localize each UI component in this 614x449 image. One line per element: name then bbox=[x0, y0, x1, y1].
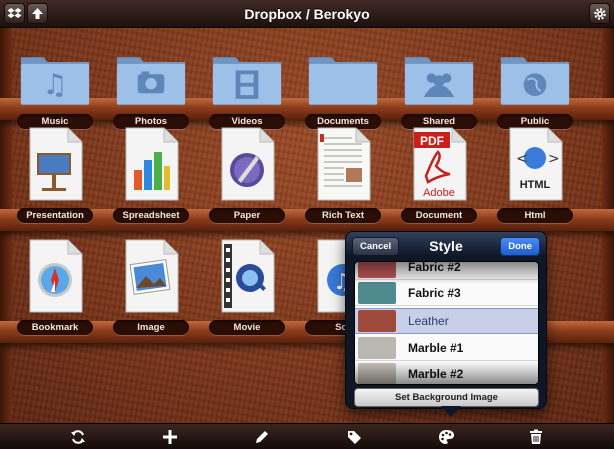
tag-button[interactable] bbox=[345, 428, 363, 446]
videos-folder-icon bbox=[212, 57, 282, 105]
svg-text:>: > bbox=[548, 151, 560, 167]
file-rich-text[interactable]: Rich Text bbox=[298, 126, 388, 223]
pdf-badge-text: PDF bbox=[420, 134, 444, 148]
item-label: Spreadsheet bbox=[113, 208, 189, 223]
file-spreadsheet[interactable]: Spreadsheet bbox=[106, 126, 196, 223]
folder-public[interactable]: Public bbox=[490, 32, 580, 129]
style-button[interactable] bbox=[437, 428, 455, 446]
folder-music[interactable]: ♫ Music bbox=[10, 32, 100, 129]
style-popover: Cancel Style Done Fabric #2 Fabric #3 Le… bbox=[345, 231, 547, 409]
popover-arrow bbox=[441, 406, 461, 417]
photos-folder-icon bbox=[116, 57, 186, 105]
rich-text-file-icon bbox=[317, 127, 371, 201]
bottom-toolbar bbox=[0, 423, 614, 449]
paper-file-icon bbox=[221, 127, 275, 201]
shared-folder-icon bbox=[404, 57, 474, 105]
svg-text:♫: ♫ bbox=[42, 68, 67, 101]
marble-swatch bbox=[358, 336, 396, 359]
marble-swatch bbox=[358, 362, 396, 384]
option-label: Fabric #3 bbox=[408, 285, 461, 300]
dropbox-button[interactable] bbox=[4, 3, 25, 24]
item-label: Presentation bbox=[17, 208, 93, 223]
trash-icon bbox=[530, 429, 542, 444]
arrow-up-icon bbox=[32, 8, 43, 19]
sync-icon bbox=[71, 430, 85, 444]
file-presentation[interactable]: Presentation bbox=[10, 126, 100, 223]
file-movie[interactable]: Movie bbox=[202, 238, 292, 335]
pdf-file-icon: PDF Adobe bbox=[413, 127, 467, 201]
keynote-file-icon bbox=[29, 127, 83, 201]
picker-option-marble-2[interactable]: Marble #2 bbox=[355, 361, 538, 384]
picker-option-leather[interactable]: Leather bbox=[355, 308, 538, 334]
music-folder-icon: ♫ bbox=[20, 57, 90, 105]
gear-icon bbox=[593, 7, 606, 20]
item-label: Paper bbox=[209, 208, 285, 223]
bookmark-file-icon bbox=[29, 239, 83, 313]
edit-button[interactable] bbox=[253, 428, 271, 446]
picker-option-fabric-2[interactable]: Fabric #2 bbox=[355, 261, 538, 280]
file-bookmark[interactable]: Bookmark bbox=[10, 238, 100, 335]
svg-text:<: < bbox=[516, 151, 528, 167]
add-button[interactable] bbox=[161, 428, 179, 446]
file-document[interactable]: PDF Adobe Document bbox=[394, 126, 484, 223]
style-picker[interactable]: Fabric #2 Fabric #3 Leather Marble #1 Ma… bbox=[354, 261, 539, 385]
documents-folder-icon bbox=[308, 57, 378, 105]
dropbox-icon bbox=[7, 8, 22, 18]
movie-file-icon bbox=[221, 239, 275, 313]
file-html[interactable]: < > HTML Html bbox=[490, 126, 580, 223]
tag-icon bbox=[348, 431, 361, 444]
public-folder-icon bbox=[500, 57, 570, 105]
item-label: Bookmark bbox=[17, 320, 93, 335]
set-background-image-button[interactable]: Set Background Image bbox=[354, 388, 539, 407]
option-label: Fabric #2 bbox=[408, 261, 461, 274]
done-button[interactable]: Done bbox=[500, 237, 540, 256]
image-file-icon bbox=[125, 239, 179, 313]
folder-photos[interactable]: Photos bbox=[106, 32, 196, 129]
file-image[interactable]: Image bbox=[106, 238, 196, 335]
item-label: Document bbox=[401, 208, 477, 223]
palette-icon bbox=[438, 430, 454, 444]
html-file-icon: < > HTML bbox=[509, 127, 563, 201]
edit-pencil-icon bbox=[256, 431, 268, 443]
top-navigation-bar: Dropbox / Berokyo bbox=[0, 0, 614, 28]
picker-option-marble-1[interactable]: Marble #1 bbox=[355, 335, 538, 361]
add-icon bbox=[163, 430, 177, 444]
folder-shared[interactable]: Shared bbox=[394, 32, 484, 129]
picker-option-fabric-3[interactable]: Fabric #3 bbox=[355, 280, 538, 306]
spreadsheet-file-icon bbox=[125, 127, 179, 201]
option-label: Marble #2 bbox=[408, 366, 464, 381]
fabric-swatch bbox=[358, 281, 396, 304]
html-badge-text: HTML bbox=[520, 179, 551, 191]
option-label: Marble #1 bbox=[408, 340, 464, 355]
item-label: Html bbox=[497, 208, 573, 223]
folder-documents[interactable]: Documents bbox=[298, 32, 388, 129]
up-directory-button[interactable] bbox=[27, 3, 48, 24]
adobe-text: Adobe bbox=[423, 187, 455, 199]
option-label: Leather bbox=[408, 314, 449, 328]
leather-swatch bbox=[358, 310, 396, 332]
item-label: Image bbox=[113, 320, 189, 335]
trash-button[interactable] bbox=[527, 428, 545, 446]
page-title: Dropbox / Berokyo bbox=[244, 5, 370, 22]
file-paper[interactable]: Paper bbox=[202, 126, 292, 223]
item-label: Movie bbox=[209, 320, 285, 335]
folder-videos[interactable]: Videos bbox=[202, 32, 292, 129]
fabric-swatch bbox=[358, 262, 396, 278]
sync-button[interactable] bbox=[69, 428, 87, 446]
item-label: Rich Text bbox=[305, 208, 381, 223]
settings-button[interactable] bbox=[589, 3, 610, 24]
